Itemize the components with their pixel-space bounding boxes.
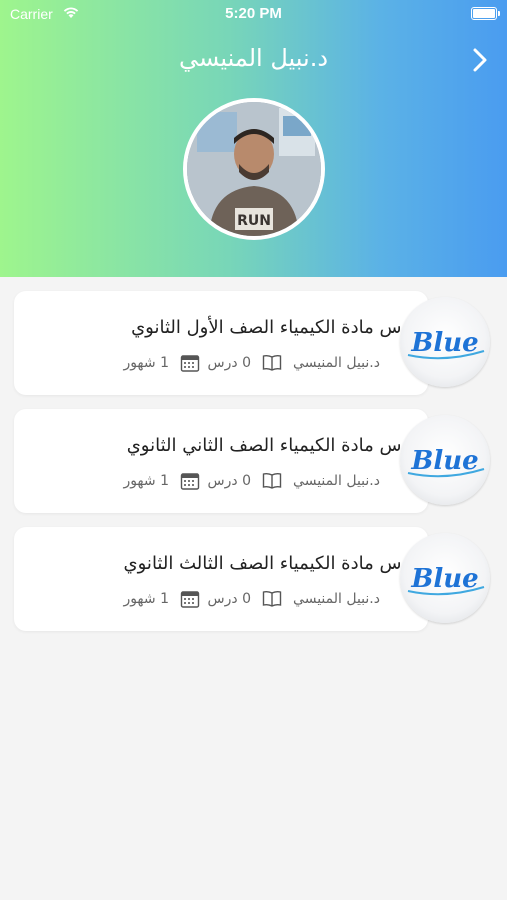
course-lessons: 0 درس — [207, 591, 251, 607]
course-thumb-text: Blue — [410, 564, 478, 594]
course-card[interactable]: كورس مادة الكيمياء الصف الأول الثانوي د.… — [14, 291, 428, 395]
page-title: د.نبيل المنيسي — [178, 44, 329, 72]
course-duration: 1 شهور — [123, 473, 169, 489]
course-title: كورس مادة الكيمياء الصف الأول الثانوي — [131, 317, 428, 338]
status-time: 5:20 PM — [225, 5, 282, 22]
course-title: كورس مادة الكيمياء الصف الثاني الثانوي — [126, 435, 428, 456]
course-instructor: د.نبيل المنيسي — [293, 355, 380, 371]
profile-header: Carrier 5:20 PM د.نبيل المنيسي RUN — [0, 0, 507, 277]
course-lessons: 0 درس — [207, 473, 251, 489]
course-lessons: 0 درس — [207, 355, 251, 371]
book-icon — [262, 590, 282, 611]
book-icon — [262, 354, 282, 375]
course-thumb-text: Blue — [410, 446, 478, 476]
course-duration: 1 شهور — [123, 591, 169, 607]
course-title: كورس مادة الكيمياء الصف الثالث الثانوي — [123, 553, 428, 574]
book-icon — [262, 472, 282, 493]
course-thumbnail: Blue — [400, 415, 490, 505]
status-bar: Carrier 5:20 PM — [0, 0, 507, 28]
course-thumb-text: Blue — [410, 328, 478, 358]
svg-text:RUN: RUN — [237, 213, 271, 229]
course-duration: 1 شهور — [123, 355, 169, 371]
course-thumbnail: Blue — [400, 533, 490, 623]
avatar: RUN — [183, 98, 325, 240]
calendar-icon — [180, 590, 200, 612]
course-card[interactable]: كورس مادة الكيمياء الصف الثالث الثانوي د… — [14, 527, 428, 631]
course-instructor: د.نبيل المنيسي — [293, 473, 380, 489]
course-card[interactable]: كورس مادة الكيمياء الصف الثاني الثانوي د… — [14, 409, 428, 513]
chevron-right-icon[interactable] — [469, 46, 491, 74]
battery-icon — [471, 7, 500, 20]
course-instructor: د.نبيل المنيسي — [293, 591, 380, 607]
calendar-icon — [180, 354, 200, 376]
calendar-icon — [180, 472, 200, 494]
course-thumbnail: Blue — [400, 297, 490, 387]
